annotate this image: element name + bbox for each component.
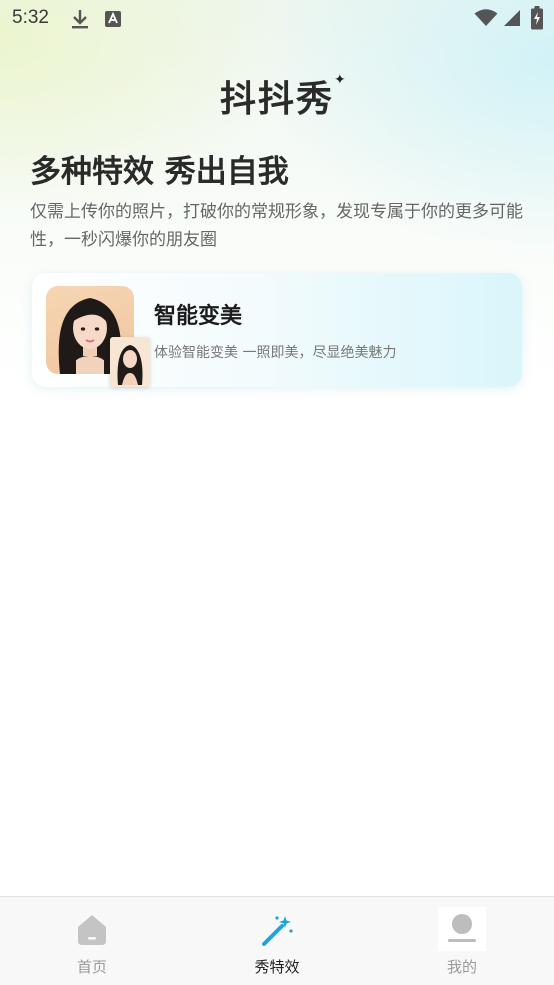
magic-wand-icon <box>260 913 294 951</box>
status-bar: 5:32 <box>0 0 554 40</box>
feature-card-title: 智能变美 <box>154 304 243 329</box>
battery-charging-icon <box>530 6 544 34</box>
tab-mine-label: 我的 <box>446 958 477 976</box>
tab-mine[interactable]: 我的 <box>370 897 554 985</box>
tab-effects[interactable]: 秀特效 <box>185 897 369 985</box>
app-header: 抖抖秀 <box>0 70 554 122</box>
tab-effects-label: 秀特效 <box>254 958 300 976</box>
user-icon <box>438 907 486 955</box>
sparkle-icon: ✦ <box>334 72 346 88</box>
signal-icon <box>503 9 521 31</box>
bottom-tab-bar: 首页 秀特效 我的 <box>0 896 554 985</box>
hero-headline: 多种特效 秀出自我 <box>30 154 289 190</box>
home-icon <box>75 913 109 951</box>
tab-home[interactable]: 首页 <box>0 897 184 985</box>
keyboard-a-icon <box>104 10 122 32</box>
download-icon <box>70 8 90 34</box>
portrait-thumbnail <box>110 337 150 387</box>
feature-card-beauty[interactable]: 智能变美 体验智能变美 一照即美，尽显绝美魅力 <box>32 273 522 387</box>
wifi-icon <box>474 9 498 31</box>
status-time: 5:32 <box>12 7 49 28</box>
feature-card-description: 体验智能变美 一照即美，尽显绝美魅力 <box>154 345 397 361</box>
hero-subtitle: 仅需上传你的照片，打破你的常规形象，发现专属于你的更多可能性，一秒闪爆你的朋友圈 <box>30 202 523 250</box>
tab-home-label: 首页 <box>76 958 107 976</box>
app-title: 抖抖秀 <box>219 79 334 120</box>
